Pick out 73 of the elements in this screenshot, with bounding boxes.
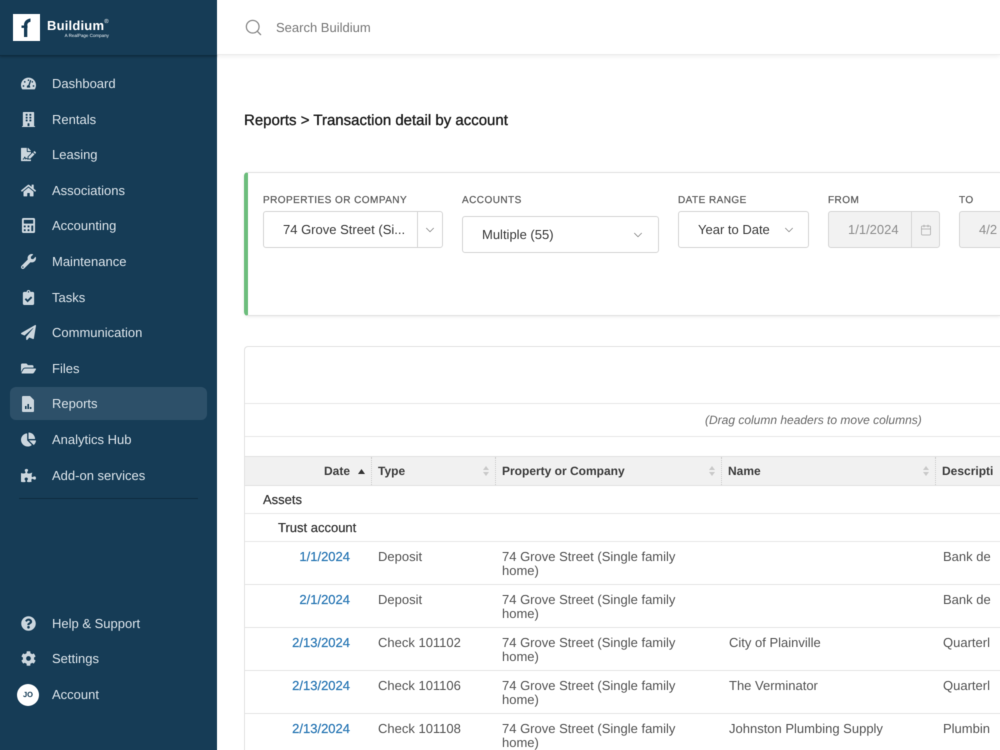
settings-icon [20,651,36,666]
date-link[interactable]: 2/13/2024 [292,635,350,650]
field-label: ACCOUNTS [462,195,523,207]
table-cell-text: 74 Grove Street (Single family home) [501,591,676,623]
house-icon [20,182,36,198]
table-cell-text: 74 Grove Street (Single family home) [501,677,676,709]
table-cell-text: Bank de [942,591,992,609]
nav-item[interactable]: Files [10,352,207,385]
nav-item[interactable]: Settings [10,642,207,676]
date-link[interactable]: 2/13/2024 [292,678,350,693]
table-cell-text: Bank de [942,548,992,566]
folder-icon [20,360,36,376]
nav-item[interactable]: Leasing [10,138,207,172]
column-header[interactable]: Type [371,457,495,485]
field-label: DATE RANGE [678,195,748,207]
group-heading: Trust account [278,520,356,535]
table-cell-text: City of Plainville [728,634,822,652]
nav-item[interactable]: Associations [10,174,207,207]
select-field[interactable]: 74 Grove Street (Si... [263,211,443,248]
field-label: FROM [828,195,860,207]
puzzle-piece-icon [20,468,36,483]
logo-icon [13,14,40,41]
group-heading: Assets [263,492,302,507]
building-icon [20,112,36,127]
table-cell-text: Check 101106 [377,677,462,695]
drag-hint: (Drag column headers to move columns) [705,413,922,427]
paper-plane-icon [20,325,36,340]
brand-name: Buildium$^{®}$ [47,18,109,32]
nav-item[interactable]: Analytics Hub [10,422,207,456]
nav-item[interactable]: Reports [10,387,207,420]
table-cell-text: The Verminator [728,677,819,695]
field-label: TO [959,195,975,207]
table-cell-text: Quarterl [942,677,991,695]
column-header[interactable]: Property or Company [495,457,721,485]
help-icon [20,616,36,631]
column-header[interactable]: Descripti [935,457,1000,485]
gauge-icon [20,76,36,91]
table-cell-text: 74 Grove Street (Single family home) [501,634,676,666]
wrench-icon [20,254,36,269]
table-cell-text: 74 Grove Street (Single family home) [501,548,676,580]
nav-item[interactable]: Rentals [10,102,207,136]
table-cell-text: Check 101102 [377,634,462,652]
nav-item[interactable]: Dashboard [10,67,207,100]
calculator-icon [20,218,36,234]
column-header[interactable]: Name [721,457,935,485]
search-icon [244,18,263,36]
nav-item[interactable]: Maintenance [10,244,207,278]
date-link[interactable]: 2/13/2024 [292,721,350,736]
table-cell-text: Quarterl [942,634,991,652]
clipboard-check-icon [20,290,36,305]
table-cell-text: Johnston Plumbing Supply [728,720,884,738]
calendar-icon [920,224,932,236]
table-cell-text: Deposit [377,591,424,609]
page-title: Reports > Transaction detail by account [244,112,509,130]
bar-chart-document-icon [22,396,34,412]
nav-item[interactable]: Add-on services [10,458,207,492]
select-field[interactable]: Multiple (55) [462,216,659,253]
date-link[interactable]: 2/1/2024 [299,592,350,607]
select-field[interactable]: Year to Date [678,211,809,248]
nav-item[interactable]: Help & Support [10,606,207,640]
table-cell-text: Plumbin [942,720,991,738]
pie-chart-icon [20,432,36,447]
signed-document-icon [20,147,36,162]
nav-item[interactable]: Tasks [10,280,207,314]
field-label: PROPERTIES OR COMPANY [263,195,408,207]
table-cell-text: Check 101108 [377,720,462,738]
search-field[interactable]: Search Buildium [276,12,596,42]
column-header[interactable]: Date [245,457,371,485]
table-cell-text: Deposit [377,548,424,566]
nav-item[interactable]: Communication [10,316,207,350]
date-link[interactable]: 1/1/2024 [299,549,350,564]
nav-item[interactable]: Accounting [10,209,207,242]
table-cell-text: 74 Grove Street (Single family home) [501,720,676,750]
